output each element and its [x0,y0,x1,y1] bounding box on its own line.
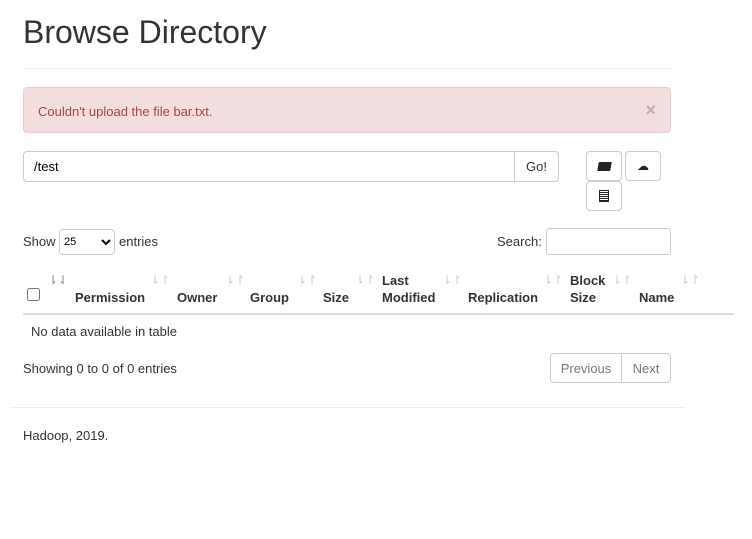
sort-icon[interactable]: ⇂↾ [612,273,632,287]
select-all-checkbox[interactable] [27,288,40,301]
entries-label: entries [119,234,159,249]
column-label: Replication [468,290,539,305]
column-label-line1: Block [570,273,606,288]
sort-icon[interactable]: ⇂↾ [225,273,245,287]
sort-icon[interactable]: ⇂↾ [297,273,317,287]
column-label: Name [639,290,675,305]
column-header[interactable]: Group [250,272,289,306]
show-label: Show [23,234,56,249]
column-label-line1 [468,272,538,289]
column-label-line1: Last [382,273,409,288]
cloud-upload-icon: ☁ [637,159,649,173]
list-alt-icon [599,190,609,202]
page-title: Browse Directory [23,14,267,50]
column-header[interactable]: Owner [177,272,217,306]
header-border [23,313,734,315]
search-label: Search: [497,234,542,249]
divider [23,68,671,69]
error-alert: Couldn't upload the file bar.txt. × [23,87,671,133]
footer-text: Hadoop, 2019. [23,428,109,443]
alert-message: Couldn't upload the file bar.txt. [38,104,213,119]
previous-button[interactable]: Previous [550,353,622,383]
entries-select[interactable]: 25 [59,229,115,255]
empty-message: No data available in table [31,324,177,339]
column-header[interactable]: Block Size [570,272,605,306]
sort-icon[interactable]: ⇂⇃ [48,273,68,287]
column-label-line1 [75,272,145,289]
column-label: Size [323,290,350,305]
create-directory-button[interactable] [586,151,622,181]
cut-paste-button[interactable] [586,181,622,211]
go-button[interactable]: Go! [514,151,559,182]
column-label-line1 [639,272,674,289]
column-header[interactable]: Permission [75,272,145,306]
next-button[interactable]: Next [621,353,671,383]
upload-button[interactable]: ☁ [625,151,661,181]
sort-icon[interactable]: ⇂↾ [543,273,563,287]
path-input[interactable] [23,151,515,182]
column-label-line1 [323,272,349,289]
search-input[interactable] [546,228,671,255]
column-header[interactable]: Last Modified [382,272,435,306]
column-header[interactable]: Name [639,272,674,306]
folder-open-icon [596,161,612,171]
column-label-line1 [177,272,217,289]
column-label: Size [570,290,597,305]
footer-divider [10,407,685,408]
column-header[interactable]: Replication [468,272,538,306]
column-label: Permission [75,290,146,305]
sort-icon[interactable]: ⇂↾ [355,273,375,287]
sort-icon[interactable]: ⇂↾ [442,273,462,287]
close-icon[interactable]: × [645,100,656,121]
column-label: Modified [382,290,436,305]
column-label: Owner [177,290,218,305]
column-header[interactable]: Size [323,272,349,306]
column-label-line1 [250,272,289,289]
sort-icon[interactable]: ⇂↾ [680,273,700,287]
sort-icon[interactable]: ⇂↾ [150,273,170,287]
table-info: Showing 0 to 0 of 0 entries [23,361,177,376]
column-label: Group [250,290,289,305]
